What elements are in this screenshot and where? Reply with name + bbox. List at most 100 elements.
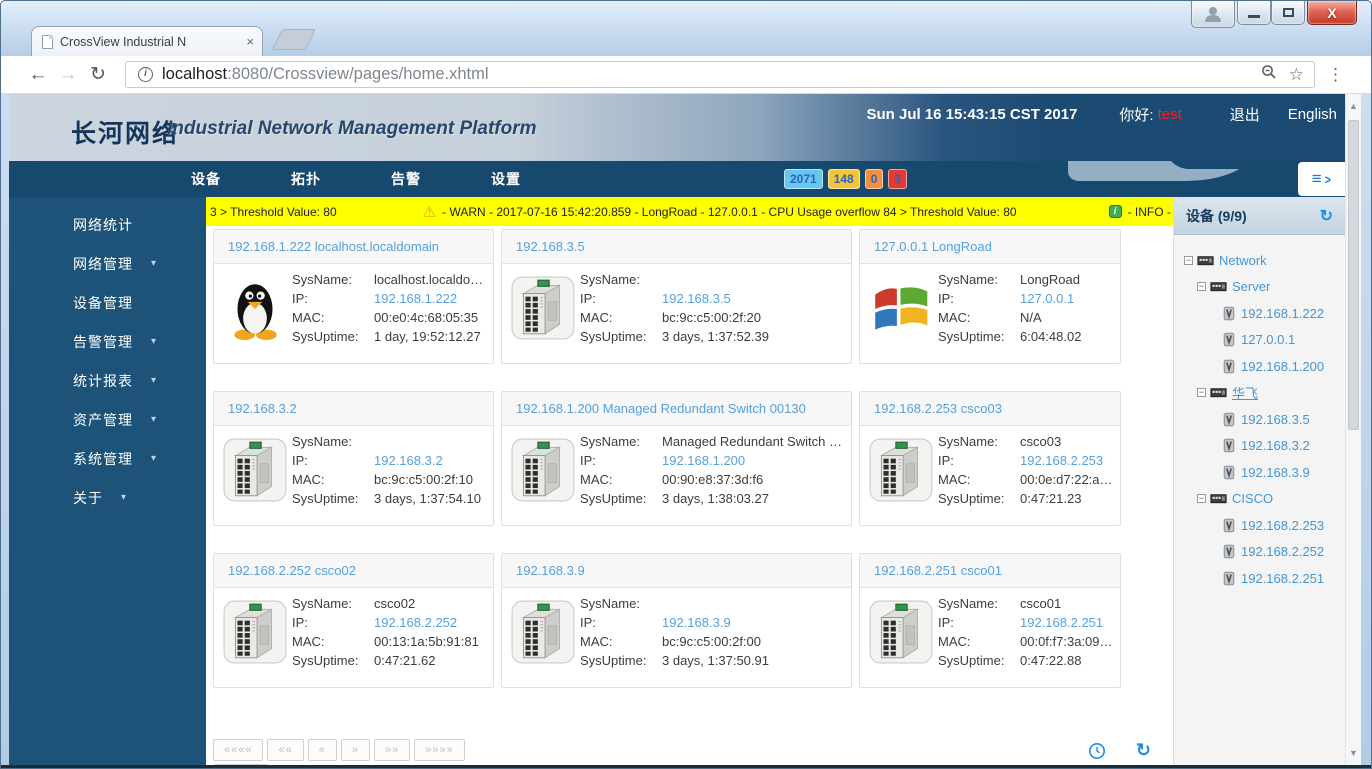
tree-node-label[interactable]: 192.168.3.9 bbox=[1241, 465, 1310, 480]
scroll-up-arrow[interactable]: ▲ bbox=[1346, 101, 1361, 111]
tree-node-label[interactable]: 192.168.1.200 bbox=[1241, 359, 1324, 374]
forward-button[interactable]: → bbox=[53, 64, 83, 86]
sidebar-item-1[interactable]: 网络管理▾ bbox=[9, 244, 206, 283]
device-card-title-link[interactable]: 192.168.1.200 Managed Redundant Switch 0… bbox=[516, 401, 806, 416]
zoom-magnifier-icon[interactable] bbox=[1261, 64, 1277, 85]
prop-value-ip[interactable]: 192.168.3.9 bbox=[662, 613, 731, 632]
tree-collapse-icon[interactable]: − bbox=[1197, 388, 1206, 397]
prop-value-ip[interactable]: 127.0.0.1 bbox=[1020, 289, 1074, 308]
sidebar-item-5[interactable]: 资产管理▾ bbox=[9, 400, 206, 439]
prop-value-ip[interactable]: 192.168.1.222 bbox=[374, 289, 457, 308]
device-card-title-link[interactable]: 127.0.0.1 LongRoad bbox=[874, 239, 992, 254]
tree-item-device: 192.168.2.253 bbox=[1184, 512, 1345, 539]
sidebar-item-4[interactable]: 统计报表▾ bbox=[9, 361, 206, 400]
device-card-title-link[interactable]: 192.168.2.251 csco01 bbox=[874, 563, 1002, 578]
nav-item-2[interactable]: 告警 bbox=[391, 169, 421, 189]
alarm-tab[interactable]: 告警 bbox=[213, 764, 269, 769]
prop-row: SysUptime:6:04:48.02 bbox=[938, 327, 1081, 346]
url-text[interactable]: localhost:8080/Crossview/pages/home.xhtm… bbox=[162, 65, 1249, 84]
back-button[interactable]: ← bbox=[23, 64, 53, 86]
nav-item-3[interactable]: 设置 bbox=[491, 169, 521, 189]
tree-node-label[interactable]: Server bbox=[1232, 279, 1270, 294]
prop-label: IP: bbox=[292, 451, 374, 470]
tree-node-label[interactable]: 192.168.2.251 bbox=[1241, 571, 1324, 586]
alarm-count-badge-0[interactable]: 2071 bbox=[784, 169, 823, 189]
device-card-title-link[interactable]: 192.168.3.2 bbox=[228, 401, 297, 416]
alarm-count-badge-1[interactable]: 148 bbox=[828, 169, 860, 189]
browser-menu-icon[interactable]: ⋮ bbox=[1327, 65, 1344, 85]
maximize-button[interactable] bbox=[1271, 1, 1305, 25]
minimize-button[interactable] bbox=[1237, 1, 1271, 25]
language-link[interactable]: English bbox=[1288, 106, 1337, 123]
device-icon bbox=[1222, 359, 1236, 374]
tree-collapse-icon[interactable]: − bbox=[1197, 282, 1206, 291]
window-titlebar[interactable]: CrossView Industrial N × X bbox=[1, 1, 1371, 56]
tree-item-group: − Server bbox=[1184, 274, 1345, 301]
scroll-down-arrow[interactable]: ▼ bbox=[1346, 748, 1361, 758]
pager-button-4[interactable]: »» bbox=[374, 739, 410, 761]
prop-value-mac: bc:9c:c5:00:2f:00 bbox=[662, 632, 761, 651]
prop-label: IP: bbox=[580, 613, 662, 632]
device-panel-toggle-button[interactable]: ≡ > bbox=[1298, 162, 1345, 196]
prop-value-ip[interactable]: 192.168.3.2 bbox=[374, 451, 443, 470]
device-card-title-link[interactable]: 192.168.3.9 bbox=[516, 563, 585, 578]
alarm-count-badge-3[interactable]: 3 bbox=[888, 169, 907, 189]
sidebar-item-0[interactable]: 网络统计 bbox=[9, 205, 206, 244]
prop-value-ip[interactable]: 192.168.1.200 bbox=[662, 451, 745, 470]
close-button[interactable]: X bbox=[1307, 1, 1357, 25]
reload-button[interactable]: ↻ bbox=[83, 63, 113, 86]
tree-node-label[interactable]: 192.168.3.2 bbox=[1241, 438, 1310, 453]
tab-close-icon[interactable]: × bbox=[246, 34, 254, 49]
tree-collapse-icon[interactable]: − bbox=[1184, 256, 1193, 265]
sidebar-item-3[interactable]: 告警管理▾ bbox=[9, 322, 206, 361]
app-subtitle: Industrial Network Management Platform bbox=[167, 118, 537, 140]
username-link[interactable]: test bbox=[1158, 106, 1182, 123]
new-tab-button[interactable] bbox=[272, 29, 316, 50]
nav-item-1[interactable]: 拓扑 bbox=[291, 169, 321, 189]
bookmark-star-icon[interactable]: ☆ bbox=[1289, 65, 1304, 85]
prop-row: SysUptime:3 days, 1:37:50.91 bbox=[580, 651, 769, 670]
refresh-icon[interactable]: ↻ bbox=[1136, 740, 1151, 761]
device-props: SysName:IP:192.168.3.9MAC:bc:9c:c5:00:2f… bbox=[580, 594, 769, 670]
logout-link[interactable]: 退出 bbox=[1230, 104, 1260, 125]
device-props: SysName:localhost.localdomainIP:192.168.… bbox=[292, 270, 489, 346]
device-card-title-link[interactable]: 192.168.3.5 bbox=[516, 239, 585, 254]
prop-value-ip[interactable]: 192.168.2.252 bbox=[374, 613, 457, 632]
sidebar-item-6[interactable]: 系统管理▾ bbox=[9, 439, 206, 478]
browser-tab[interactable]: CrossView Industrial N × bbox=[31, 26, 263, 56]
decorative-wave-2 bbox=[1165, 161, 1285, 169]
tree-node-label[interactable]: 192.168.2.253 bbox=[1241, 518, 1324, 533]
prop-value-ip[interactable]: 192.168.2.253 bbox=[1020, 451, 1103, 470]
profile-button[interactable] bbox=[1191, 1, 1235, 28]
device-card-title-link[interactable]: 192.168.2.252 csco02 bbox=[228, 563, 356, 578]
tree-node-label[interactable]: 192.168.2.252 bbox=[1241, 544, 1324, 559]
device-card-title-link[interactable]: 192.168.2.253 csco03 bbox=[874, 401, 1002, 416]
pager-button-0[interactable]: «««« bbox=[213, 739, 263, 761]
device-card-title-link[interactable]: 192.168.1.222 localhost.localdomain bbox=[228, 239, 439, 254]
tree-node-label[interactable]: CISCO bbox=[1232, 491, 1273, 506]
site-info-icon[interactable]: i bbox=[138, 67, 153, 82]
tree-refresh-icon[interactable]: ↻ bbox=[1320, 206, 1333, 226]
pager-button-1[interactable]: «« bbox=[267, 739, 303, 761]
history-clock-icon[interactable] bbox=[1088, 742, 1106, 760]
tree-node-label[interactable]: 127.0.0.1 bbox=[1241, 332, 1295, 347]
prop-value-ip[interactable]: 192.168.2.251 bbox=[1020, 613, 1103, 632]
tree-node-label[interactable]: 192.168.3.5 bbox=[1241, 412, 1310, 427]
browser-toolbar: ← → ↻ i localhost:8080/Crossview/pages/h… bbox=[1, 56, 1371, 94]
tree-node-label[interactable]: 192.168.1.222 bbox=[1241, 306, 1324, 321]
sidebar-item-2[interactable]: 设备管理 bbox=[9, 283, 206, 322]
tree-node-label[interactable]: 华飞 bbox=[1232, 383, 1258, 402]
scrollbar-thumb[interactable] bbox=[1348, 120, 1359, 430]
nav-item-0[interactable]: 设备 bbox=[191, 169, 221, 189]
sidebar-item-7[interactable]: 关于▾ bbox=[9, 478, 206, 517]
device-card-header: 192.168.2.253 csco03 bbox=[860, 392, 1120, 426]
alarm-count-badge-2[interactable]: 0 bbox=[865, 169, 884, 189]
pager-button-2[interactable]: « bbox=[308, 739, 337, 761]
pager-button-5[interactable]: »»»» bbox=[414, 739, 464, 761]
pager-button-3[interactable]: » bbox=[341, 739, 370, 761]
prop-value-ip[interactable]: 192.168.3.5 bbox=[662, 289, 731, 308]
tree-collapse-icon[interactable]: − bbox=[1197, 494, 1206, 503]
page-scrollbar[interactable]: ▲ ▼ bbox=[1345, 94, 1361, 766]
address-bar[interactable]: i localhost:8080/Crossview/pages/home.xh… bbox=[125, 61, 1315, 88]
tree-node-label[interactable]: Network bbox=[1219, 253, 1267, 268]
